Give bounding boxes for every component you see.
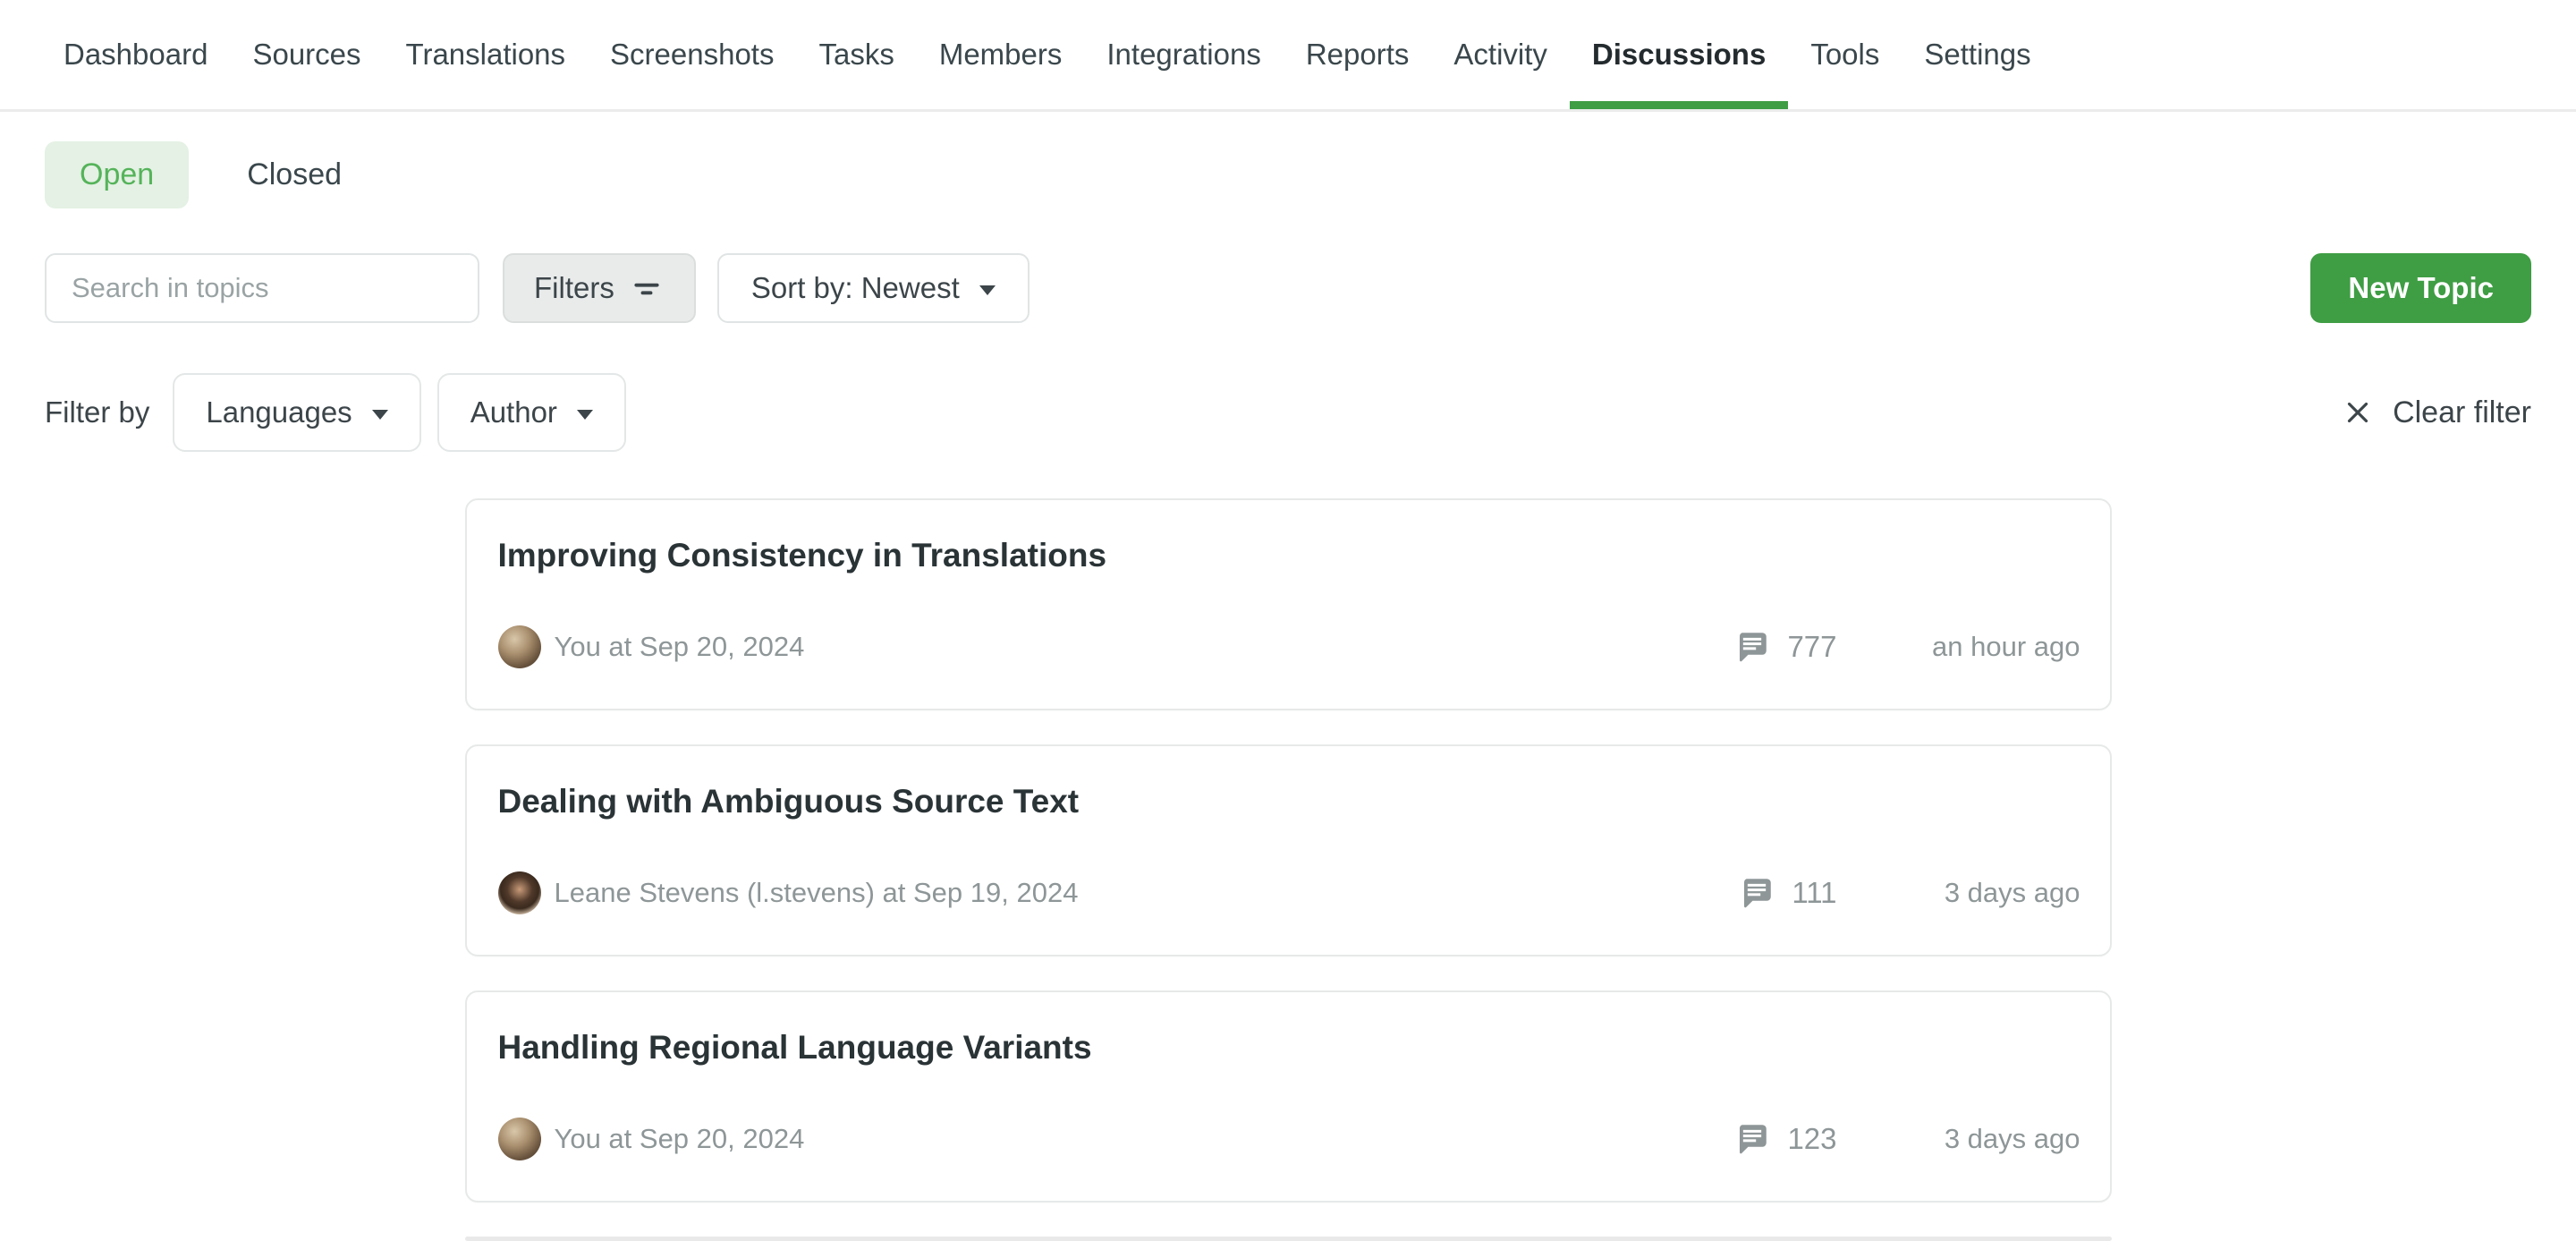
nav-item-activity[interactable]: Activity bbox=[1431, 0, 1570, 109]
clear-filter-label: Clear filter bbox=[2393, 395, 2531, 430]
new-topic-button[interactable]: New Topic bbox=[2310, 253, 2531, 323]
author-line: Leane Stevens (l.stevens) at Sep 19, 202… bbox=[555, 877, 1079, 909]
comment-count-group: 123 bbox=[1733, 1120, 1836, 1158]
comment-bubble-icon bbox=[1738, 874, 1775, 912]
updated-time: 3 days ago bbox=[1837, 877, 2080, 909]
nav-item-integrations[interactable]: Integrations bbox=[1084, 0, 1283, 109]
discussion-title[interactable]: Dealing with Ambiguous Source Text bbox=[498, 783, 2080, 820]
filters-button-label: Filters bbox=[534, 271, 614, 305]
comment-count: 111 bbox=[1792, 876, 1836, 910]
chevron-down-icon bbox=[577, 410, 593, 420]
discussion-meta: Leane Stevens (l.stevens) at Sep 19, 202… bbox=[498, 871, 2080, 914]
filter-bar: Filter by Languages Author Clear filter bbox=[45, 373, 2531, 452]
nav-item-translations[interactable]: Translations bbox=[384, 0, 589, 109]
languages-filter-label: Languages bbox=[206, 395, 352, 429]
close-icon bbox=[2341, 395, 2375, 429]
discussion-list: Improving Consistency in Translations Yo… bbox=[465, 498, 2112, 1241]
avatar bbox=[498, 871, 541, 914]
status-tabs: Open Closed bbox=[45, 141, 2531, 208]
filter-by-label: Filter by bbox=[45, 395, 149, 429]
nav-item-reports[interactable]: Reports bbox=[1284, 0, 1432, 109]
discussions-page: Open Closed Filters Sort by: Newest New … bbox=[0, 141, 2576, 1241]
toolbar: Filters Sort by: Newest New Topic bbox=[45, 253, 2531, 323]
discussion-title[interactable]: Improving Consistency in Translations bbox=[498, 537, 2080, 574]
comment-count: 777 bbox=[1787, 630, 1836, 664]
nav-item-members[interactable]: Members bbox=[917, 0, 1085, 109]
tab-closed[interactable]: Closed bbox=[212, 141, 377, 208]
comment-bubble-icon bbox=[1733, 628, 1771, 666]
discussion-card[interactable]: Handling Regional Language Variants You … bbox=[465, 990, 2112, 1203]
filter-lines-icon bbox=[629, 270, 665, 306]
sort-dropdown-label: Sort by: Newest bbox=[751, 271, 960, 305]
author-filter-dropdown[interactable]: Author bbox=[437, 373, 626, 452]
nav-item-dashboard[interactable]: Dashboard bbox=[41, 0, 230, 109]
nav-item-discussions[interactable]: Discussions bbox=[1570, 0, 1788, 109]
new-topic-button-label: New Topic bbox=[2348, 271, 2494, 305]
sort-dropdown[interactable]: Sort by: Newest bbox=[717, 253, 1030, 323]
avatar bbox=[498, 1118, 541, 1160]
updated-time: 3 days ago bbox=[1837, 1123, 2080, 1155]
discussion-card[interactable]: Dealing with Ambiguous Source Text Leane… bbox=[465, 744, 2112, 956]
nav-item-settings[interactable]: Settings bbox=[1902, 0, 2053, 109]
author-filter-label: Author bbox=[470, 395, 557, 429]
comment-count-group: 777 bbox=[1733, 628, 1836, 666]
author-line: You at Sep 20, 2024 bbox=[555, 631, 805, 663]
top-nav: Dashboard Sources Translations Screensho… bbox=[0, 0, 2576, 112]
nav-item-screenshots[interactable]: Screenshots bbox=[588, 0, 796, 109]
list-divider bbox=[465, 1237, 2112, 1241]
chevron-down-icon bbox=[979, 285, 996, 295]
filters-button[interactable]: Filters bbox=[503, 253, 696, 323]
author-line: You at Sep 20, 2024 bbox=[555, 1123, 805, 1155]
comment-count-group: 111 bbox=[1738, 874, 1836, 912]
nav-item-tools[interactable]: Tools bbox=[1788, 0, 1902, 109]
avatar bbox=[498, 625, 541, 668]
discussion-card[interactable]: Improving Consistency in Translations Yo… bbox=[465, 498, 2112, 710]
languages-filter-dropdown[interactable]: Languages bbox=[173, 373, 420, 452]
nav-item-tasks[interactable]: Tasks bbox=[796, 0, 916, 109]
discussion-title[interactable]: Handling Regional Language Variants bbox=[498, 1029, 2080, 1067]
nav-item-sources[interactable]: Sources bbox=[230, 0, 383, 109]
comment-count: 123 bbox=[1787, 1122, 1836, 1156]
tab-open[interactable]: Open bbox=[45, 141, 189, 208]
chevron-down-icon bbox=[372, 410, 388, 420]
search-input[interactable] bbox=[45, 253, 479, 323]
updated-time: an hour ago bbox=[1837, 631, 2080, 663]
discussion-meta: You at Sep 20, 2024 777 an hour ago bbox=[498, 625, 2080, 668]
clear-filter-button[interactable]: Clear filter bbox=[2341, 395, 2531, 430]
discussion-meta: You at Sep 20, 2024 123 3 days ago bbox=[498, 1118, 2080, 1160]
comment-bubble-icon bbox=[1733, 1120, 1771, 1158]
